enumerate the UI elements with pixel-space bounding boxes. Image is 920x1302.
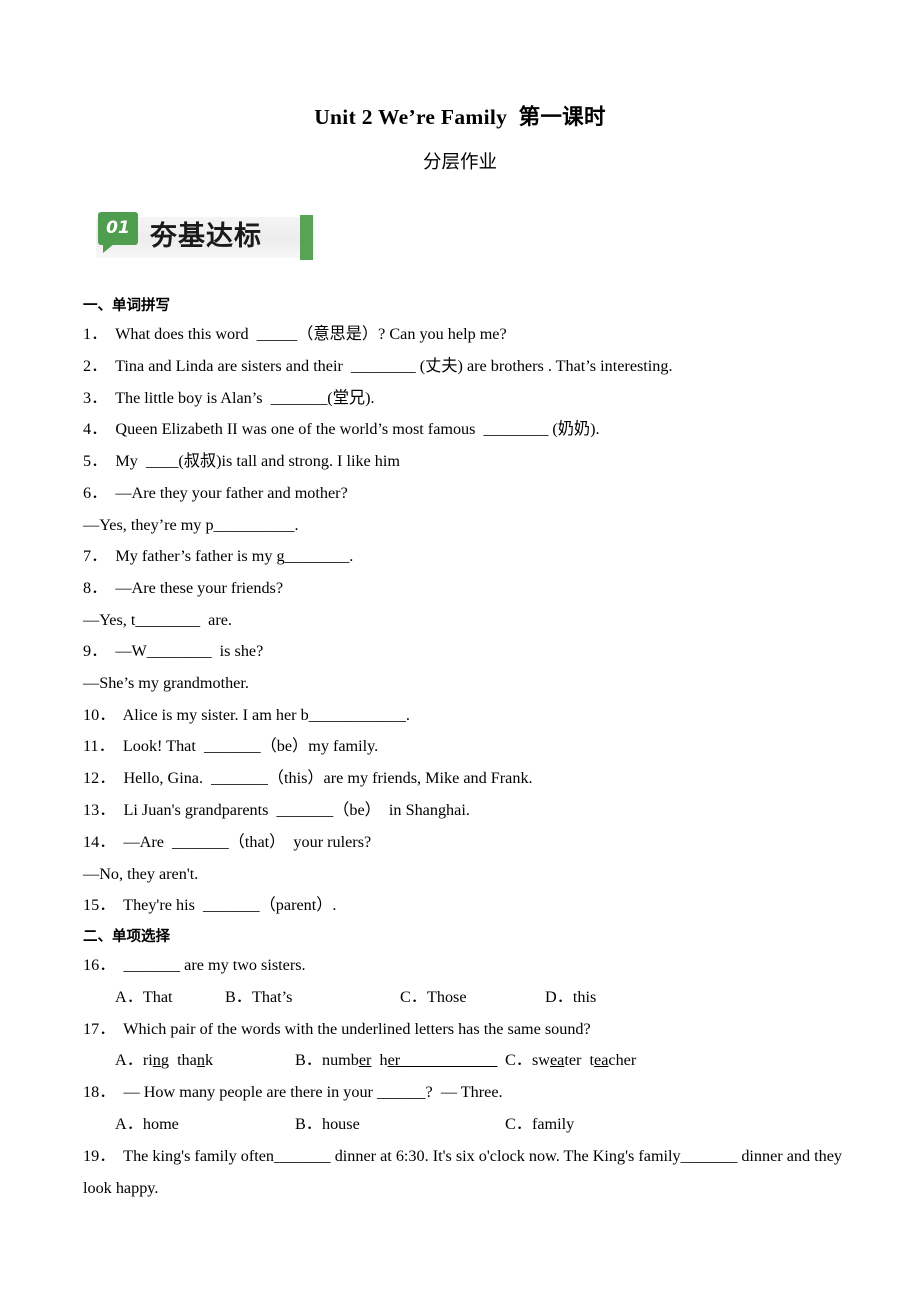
question-16-option-a[interactable]: A．That <box>115 987 173 1007</box>
title-block: Unit 2 We’re Family 第一课时 分层作业 <box>0 104 920 175</box>
question-1: 1． What does this word _____（意思是）? Can y… <box>83 325 507 343</box>
question-15: 15． They're his _______（parent）. <box>83 896 337 915</box>
question-17-options: A．ring thank B．number her____________ C．… <box>83 1050 873 1070</box>
question-18-option-b[interactable]: B．house <box>295 1114 360 1134</box>
question-8: 8． —Are these your friends? <box>83 579 284 598</box>
question-17-option-c[interactable]: C．sweater teacher <box>505 1050 636 1070</box>
question-18: 18． — How many people are there in your … <box>83 1083 503 1102</box>
question-3: 3． The little boy is Alan’s _______(堂兄). <box>83 388 375 407</box>
question-16-option-b[interactable]: B．That’s <box>225 987 292 1007</box>
question-7: 7． My father’s father is my g________. <box>83 547 354 566</box>
worksheet-page: Unit 2 We’re Family 第一课时 分层作业 01 夯基达标 一、… <box>0 0 920 1302</box>
banner-accent-bar <box>300 215 313 260</box>
question-19: 19． The king's family often_______ dinne… <box>83 1146 843 1165</box>
question-8-answer: —Yes, t________ are. <box>83 610 232 629</box>
question-14: 14． —Are _______（that） your rulers? <box>83 832 372 851</box>
section-banner: 01 夯基达标 <box>92 212 314 260</box>
question-16: 16． _______ are my two sisters. <box>83 955 306 974</box>
question-17-option-b[interactable]: B．number her____________ <box>295 1050 497 1070</box>
question-12: 12． Hello, Gina. _______（this）are my fri… <box>83 769 533 788</box>
section-heading-2: 二、单项选择 <box>83 928 170 945</box>
question-19-continuation: look happy. <box>83 1178 159 1197</box>
question-17: 17． Which pair of the words with the und… <box>83 1019 591 1038</box>
question-14-answer: —No, they aren't. <box>83 864 199 883</box>
question-18-options: A．home B．house C．family <box>83 1114 873 1134</box>
question-18-option-c[interactable]: C．family <box>505 1114 574 1134</box>
question-10: 10． Alice is my sister. I am her b______… <box>83 705 410 724</box>
banner-number: 01 <box>106 218 130 238</box>
question-17-option-a[interactable]: A．ring thank <box>115 1050 213 1070</box>
question-16-options: A．That B．That’s C．Those D．this <box>83 987 873 1007</box>
question-6: 6． —Are they your father and mother? <box>83 483 348 502</box>
banner-label: 夯基达标 <box>150 221 262 252</box>
section-heading-1: 一、单词拼写 <box>83 298 170 314</box>
question-18-option-a[interactable]: A．home <box>115 1114 179 1134</box>
worksheet-content: 一、单词拼写 1． What does this word _____（意思是）… <box>83 296 873 1209</box>
page-subtitle: 分层作业 <box>422 152 497 173</box>
question-5: 5． My ____(叔叔)is tall and strong. I like… <box>83 452 400 471</box>
question-11: 11． Look! That _______（be）my family. <box>83 737 379 756</box>
question-13: 13． Li Juan's grandparents _______（be） i… <box>83 801 470 820</box>
question-16-option-c[interactable]: C．Those <box>400 987 467 1007</box>
question-6-answer: —Yes, they’re my p__________. <box>83 515 299 534</box>
question-16-option-d[interactable]: D．this <box>545 987 596 1007</box>
banner-badge: 01 <box>98 212 138 253</box>
question-9: 9． —W________ is she? <box>83 642 264 661</box>
page-title: Unit 2 We’re Family 第一课时 <box>314 105 606 129</box>
question-4: 4． Queen Elizabeth II was one of the wor… <box>83 420 600 439</box>
question-2: 2． Tina and Linda are sisters and their … <box>83 356 673 375</box>
question-9-answer: —She’s my grandmother. <box>83 674 249 693</box>
